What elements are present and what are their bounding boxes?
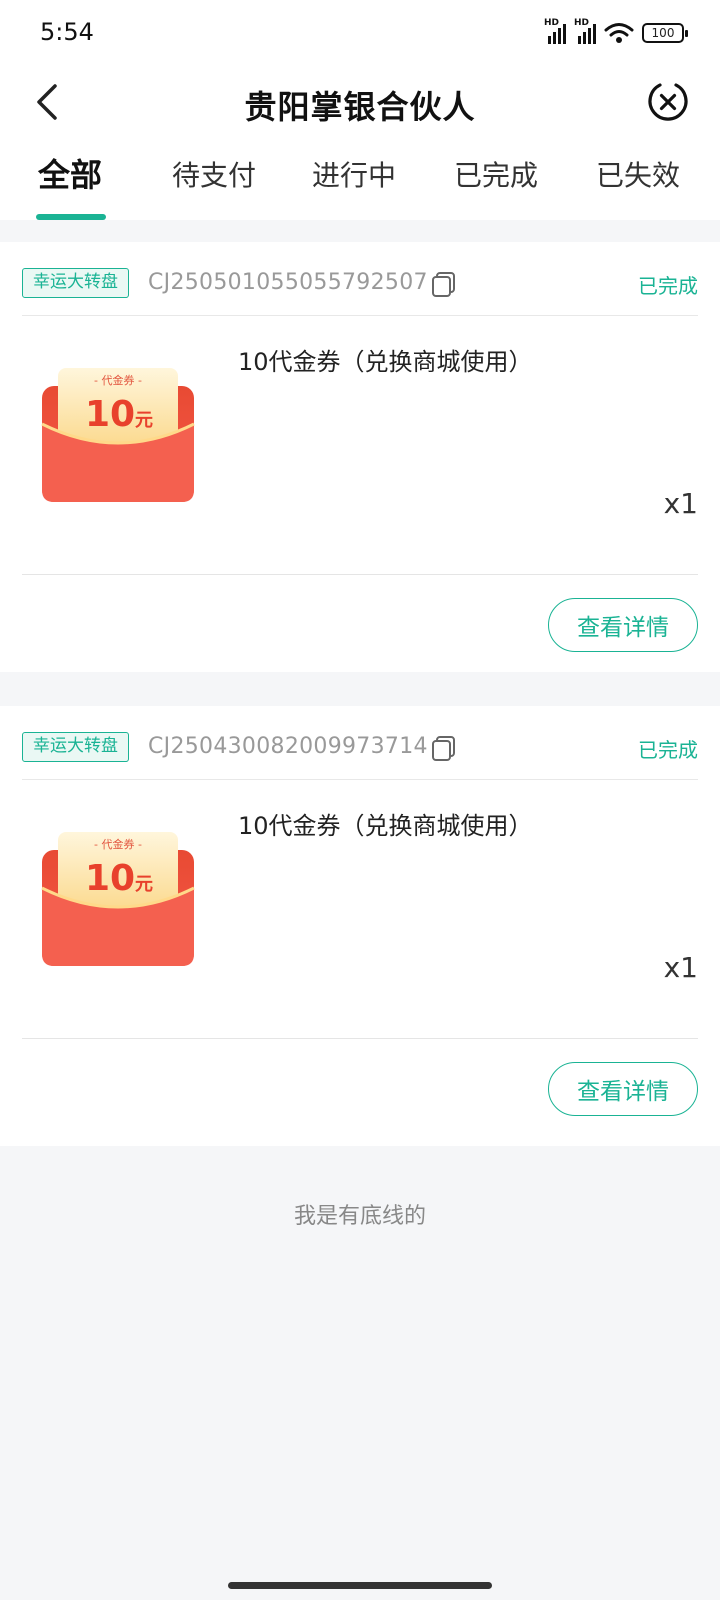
voucher-unit: 元 (135, 410, 153, 431)
voucher-amount: 10 (85, 394, 135, 435)
card-divider (22, 1038, 698, 1039)
battery-icon: 100 (642, 23, 688, 43)
order-status: 已完成 (638, 274, 698, 298)
order-source-tag: 幸运大转盘 (22, 268, 129, 298)
status-icons: HD HD 100 (544, 18, 688, 46)
order-tabs: 全部 待支付 进行中 已完成 已失效 (0, 150, 720, 220)
voucher-unit: 元 (135, 874, 153, 895)
order-status: 已完成 (638, 738, 698, 762)
active-tab-indicator (36, 214, 106, 220)
tab-completed[interactable]: 已完成 (454, 154, 538, 224)
voucher-label: - 代金券 - (94, 837, 142, 851)
order-card: 幸运大转盘 CJ250430082009973714 已完成 - 代金券 - 1… (0, 706, 720, 1146)
product-name: 10代金券（兑换商城使用） (238, 348, 533, 376)
product-quantity: x1 (663, 487, 698, 520)
signal-hd-label: HD (544, 18, 560, 28)
view-details-button[interactable]: 查看详情 (548, 598, 698, 652)
order-number: CJ250501055055792507 (148, 270, 428, 295)
page-title: 贵阳掌银合伙人 (244, 88, 476, 126)
product-quantity: x1 (663, 951, 698, 984)
tab-in-progress[interactable]: 进行中 (312, 154, 396, 224)
voucher-image: - 代金券 - 10 元 (41, 832, 195, 966)
home-indicator[interactable] (228, 1582, 492, 1589)
tab-pending-payment[interactable]: 待支付 (172, 154, 256, 224)
navigation-header: 贵阳掌银合伙人 (0, 64, 720, 140)
order-number: CJ250430082009973714 (148, 734, 428, 759)
signal-hd-label: HD (574, 18, 590, 28)
wifi-icon (604, 23, 634, 43)
voucher-label: - 代金券 - (94, 373, 142, 387)
view-details-button[interactable]: 查看详情 (548, 1062, 698, 1116)
order-source-tag: 幸运大转盘 (22, 732, 129, 762)
signal-icon: HD (544, 18, 566, 44)
signal-icon: HD (574, 18, 596, 44)
end-of-list-text: 我是有底线的 (293, 1204, 426, 1229)
product-name: 10代金券（兑换商城使用） (238, 812, 533, 840)
top-section: 5:54 HD HD 100 贵阳掌银合伙人 全部 待支付 进行中 已完成 已失… (0, 0, 720, 220)
order-card-header: 幸运大转盘 CJ250501055055792507 已完成 (22, 242, 698, 316)
copy-icon[interactable] (430, 734, 458, 762)
card-divider (22, 574, 698, 575)
order-card: 幸运大转盘 CJ250501055055792507 已完成 - 代金券 - 1… (0, 242, 720, 672)
close-circle-icon[interactable] (646, 80, 690, 124)
voucher-amount: 10 (85, 858, 135, 899)
copy-icon[interactable] (430, 270, 458, 298)
tab-expired[interactable]: 已失效 (596, 154, 680, 224)
status-bar: 5:54 HD HD 100 (0, 0, 720, 64)
voucher-image: - 代金券 - 10 元 (41, 368, 195, 502)
tab-all[interactable]: 全部 (38, 150, 102, 220)
order-card-header: 幸运大转盘 CJ250430082009973714 已完成 (22, 706, 698, 780)
status-time: 5:54 (40, 18, 94, 46)
